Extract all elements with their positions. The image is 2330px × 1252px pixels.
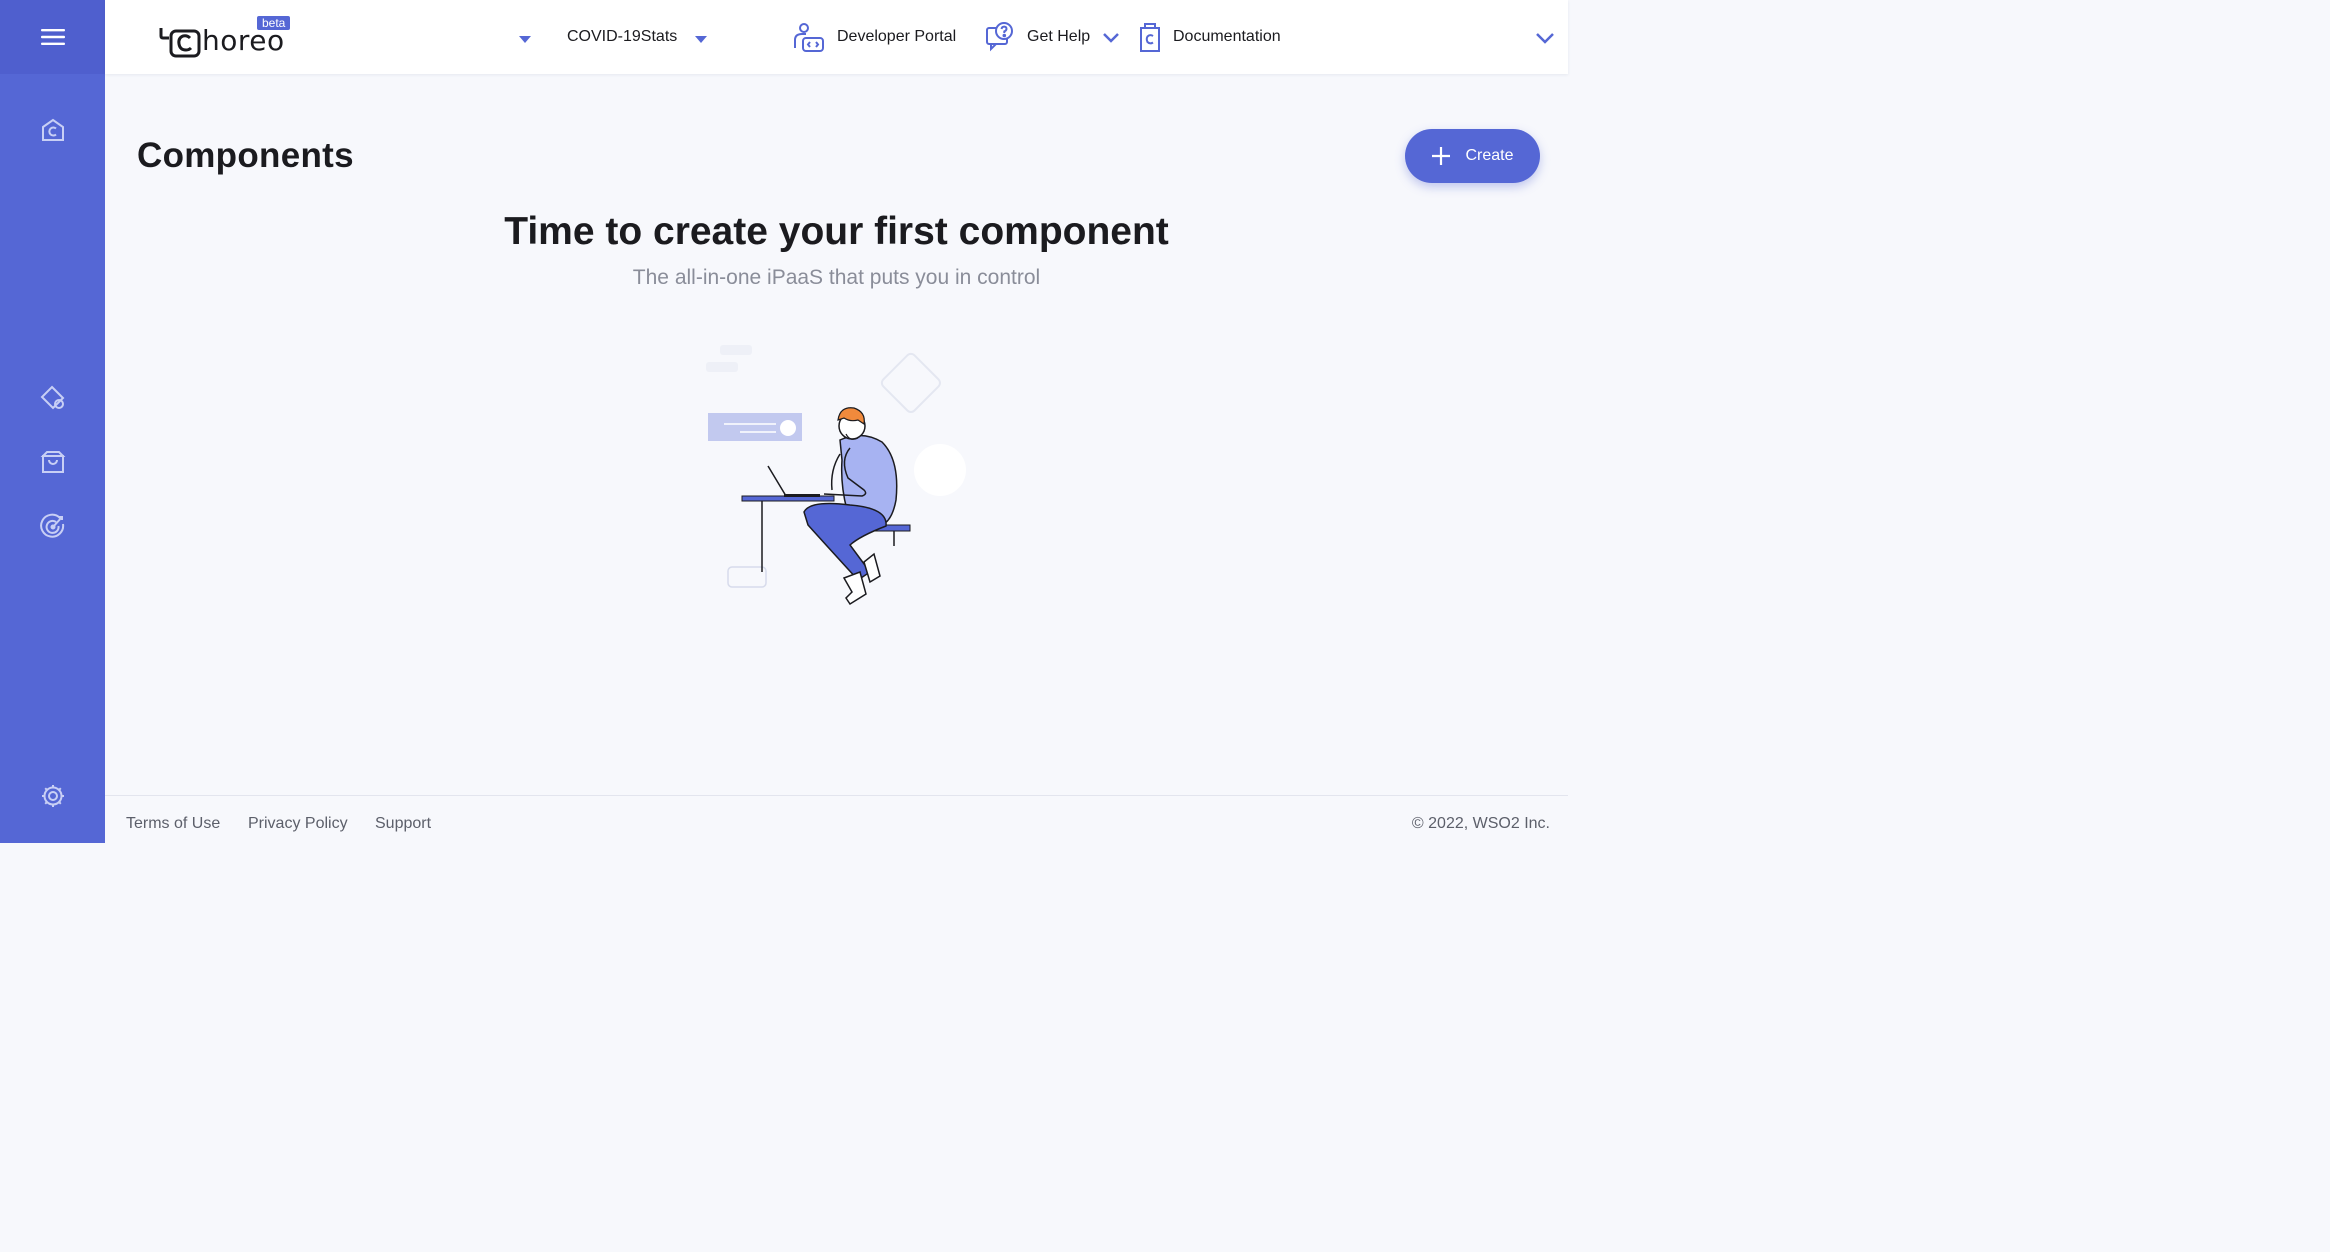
get-help-link[interactable]: Get Help xyxy=(1027,28,1090,46)
sidebar-item-settings[interactable] xyxy=(0,768,105,824)
create-button-label: Create xyxy=(1465,147,1514,164)
chevron-down-icon[interactable] xyxy=(1103,32,1119,44)
project-selector-caret[interactable] xyxy=(695,36,707,43)
sidebar-item-marketplace[interactable] xyxy=(0,434,105,490)
menu-button[interactable] xyxy=(0,0,105,74)
create-button[interactable]: Create xyxy=(1405,129,1540,183)
help-icon[interactable] xyxy=(985,22,1015,52)
beta-badge: beta xyxy=(257,16,291,30)
plus-icon xyxy=(1432,147,1451,165)
org-selector-caret[interactable] xyxy=(519,36,531,43)
developer-portal-link[interactable]: Developer Portal xyxy=(837,28,956,46)
sidebar xyxy=(0,0,105,843)
support-link[interactable]: Support xyxy=(375,815,431,833)
marketplace-icon xyxy=(40,451,65,473)
empty-state-subtitle: The all-in-one iPaaS that puts you in co… xyxy=(632,266,1041,289)
components-icon xyxy=(40,385,64,410)
user-menu-chevron-icon[interactable] xyxy=(1536,32,1554,44)
page-title: Components xyxy=(137,136,354,175)
sidebar-item-observability[interactable] xyxy=(0,498,105,554)
home-icon xyxy=(41,118,64,141)
terms-of-use-link[interactable]: Terms of Use xyxy=(126,815,220,833)
sidebar-item-home[interactable] xyxy=(0,102,105,158)
top-bar: horeo beta COVID-19Stats Developer Porta… xyxy=(105,0,1568,74)
documentation-icon[interactable] xyxy=(1137,23,1163,53)
empty-state-title: Time to create your first component xyxy=(504,210,1169,253)
documentation-link[interactable]: Documentation xyxy=(1173,28,1281,46)
privacy-policy-link[interactable]: Privacy Policy xyxy=(248,815,348,833)
developer-portal-icon[interactable] xyxy=(793,22,825,54)
copyright-text: © 2022, WSO2 Inc. xyxy=(1411,815,1550,832)
observability-icon xyxy=(39,513,64,538)
menu-icon xyxy=(40,29,65,45)
project-selector[interactable]: COVID-19Stats xyxy=(567,28,677,46)
empty-state-illustration xyxy=(706,345,966,606)
settings-icon xyxy=(41,785,64,807)
choreo-logo[interactable]: horeo beta xyxy=(157,14,302,62)
footer: Terms of Use Privacy Policy Support © 20… xyxy=(105,795,1568,843)
logo-mark-icon xyxy=(159,28,201,58)
sidebar-item-components[interactable] xyxy=(0,370,105,426)
